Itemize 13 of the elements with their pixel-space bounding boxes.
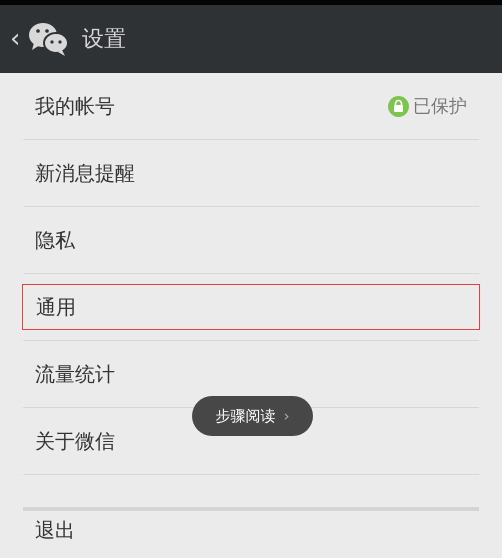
- settings-item[interactable]: 通用: [36, 292, 76, 322]
- screen-title: 设置: [82, 26, 126, 54]
- settings-item[interactable]: 流量统计: [35, 359, 115, 389]
- status-label: 已保护: [413, 94, 467, 118]
- back-button[interactable]: ‹: [10, 26, 28, 52]
- settings-item[interactable]: 隐私: [35, 225, 75, 255]
- chat-bubbles-icon: [28, 21, 70, 57]
- settings-item[interactable]: 我的帐号: [35, 91, 115, 121]
- lock-icon: [388, 96, 409, 116]
- logout-item[interactable]: 退出: [35, 518, 75, 542]
- settings-item[interactable]: 新消息提醒: [35, 158, 135, 188]
- step-reading-button[interactable]: 步骤阅读 ›: [192, 396, 313, 436]
- settings-item[interactable]: 关于微信: [35, 426, 115, 456]
